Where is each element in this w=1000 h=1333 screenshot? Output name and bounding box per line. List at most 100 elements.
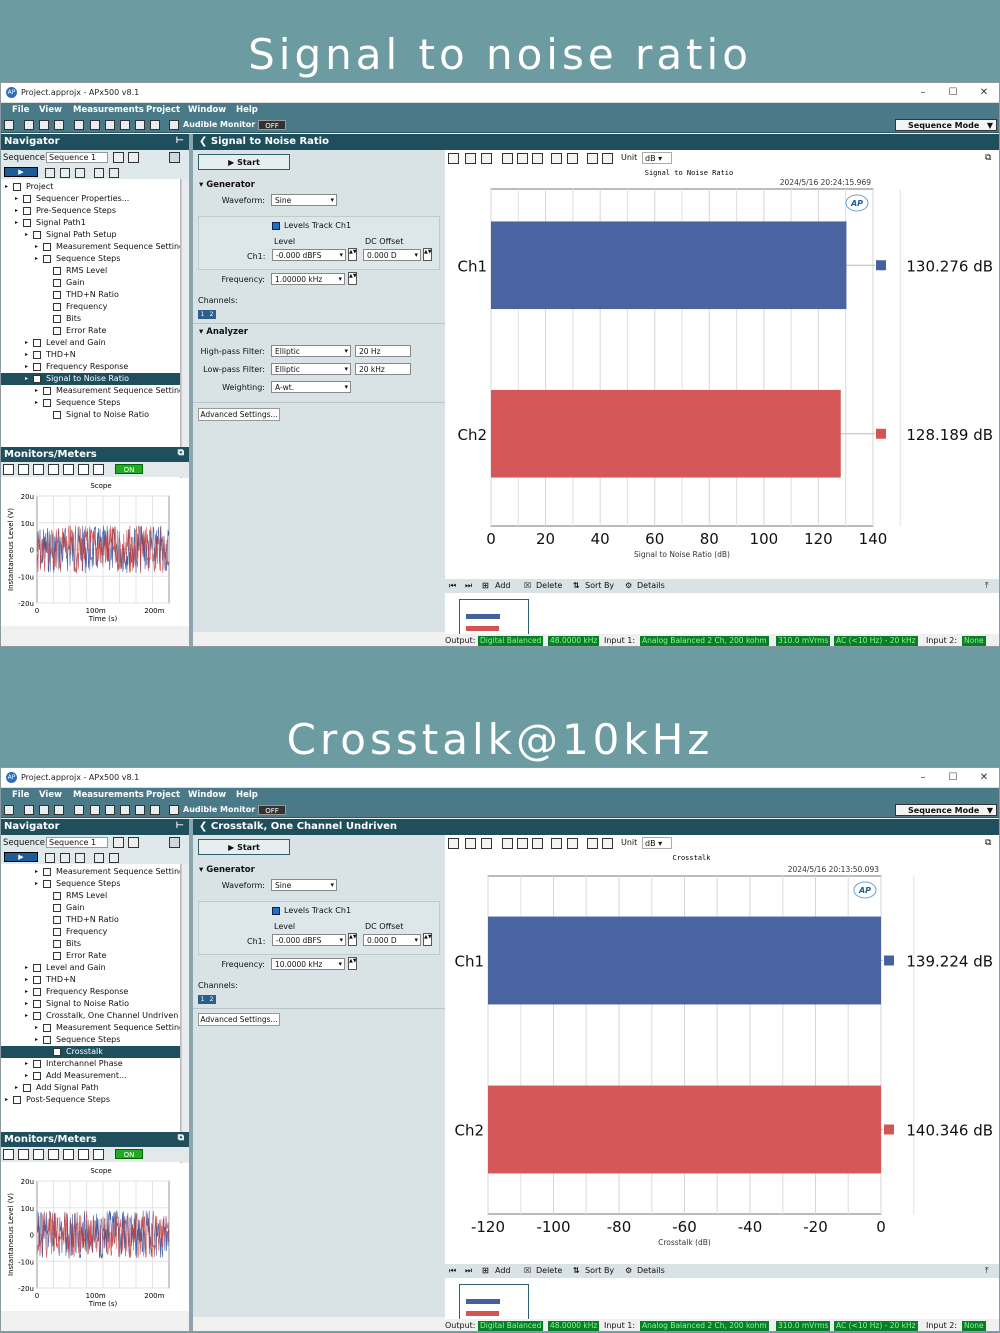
checkbox[interactable]: [43, 243, 51, 251]
delete-button[interactable]: Delete: [536, 1264, 562, 1278]
level-icon[interactable]: [48, 464, 59, 475]
checkbox[interactable]: [23, 219, 31, 227]
checkbox[interactable]: [43, 1024, 51, 1032]
menu-file[interactable]: File: [12, 105, 29, 115]
generator-section[interactable]: Generator: [193, 865, 445, 875]
expander-icon[interactable]: ▸: [15, 217, 18, 229]
copy-icon[interactable]: [109, 853, 119, 863]
expander-icon[interactable]: ▸: [15, 205, 18, 217]
checkbox[interactable]: [53, 291, 61, 299]
gear-icon[interactable]: [113, 152, 124, 163]
scope-icon[interactable]: [3, 1149, 14, 1160]
sine-icon[interactable]: [74, 805, 84, 815]
pin-icon[interactable]: ⊢: [176, 136, 184, 146]
input2-value[interactable]: None: [962, 1321, 986, 1331]
checkbox[interactable]: [23, 207, 31, 215]
low-pass-frequency-input[interactable]: 20 kHz: [355, 363, 411, 375]
checkbox[interactable]: [43, 399, 51, 407]
tree-item[interactable]: ▸ Sequencer Properties...: [1, 193, 180, 205]
checkbox[interactable]: [43, 255, 51, 263]
details-button[interactable]: Details: [637, 1264, 665, 1278]
analysis-icon[interactable]: [150, 805, 160, 815]
close-button[interactable]: ✕: [977, 86, 991, 100]
menu-view[interactable]: View: [39, 105, 62, 115]
tree-item[interactable]: ▸ Sequence Steps: [1, 878, 180, 890]
tree-item[interactable]: Signal to Noise Ratio: [1, 409, 180, 421]
levels-track-checkbox[interactable]: [272, 907, 280, 915]
checkbox[interactable]: [33, 339, 41, 347]
sequence-mode-dropdown[interactable]: Sequence Mode ▼: [895, 804, 997, 816]
high-pass-frequency-input[interactable]: 20 Hz: [355, 345, 411, 357]
expander-icon[interactable]: ▸: [5, 181, 8, 193]
checkbox[interactable]: [53, 303, 61, 311]
open-icon[interactable]: [24, 120, 34, 130]
formula-icon[interactable]: [587, 838, 598, 849]
frequency-input[interactable]: 10.0000 kHz ▾: [271, 958, 345, 970]
tree-item[interactable]: ▸ Frequency Response: [1, 361, 180, 373]
level-input[interactable]: -0.000 dBFS ▾: [272, 934, 346, 946]
menu-window[interactable]: Window: [188, 105, 226, 115]
sort-icon[interactable]: ⇅: [573, 579, 580, 593]
new-icon[interactable]: [4, 120, 14, 130]
fft-icon[interactable]: [18, 464, 29, 475]
pan-icon[interactable]: [517, 153, 528, 164]
checkbox[interactable]: [43, 880, 51, 888]
delete-icon[interactable]: ☒: [524, 1264, 531, 1278]
checkbox[interactable]: [53, 1048, 61, 1056]
tree-item[interactable]: Crosstalk: [1, 1046, 180, 1058]
level-input[interactable]: -0.000 dBFS ▾: [272, 249, 346, 261]
add-button[interactable]: Add: [495, 579, 511, 593]
graph-menu-icon[interactable]: [448, 838, 459, 849]
dc-offset-spinner[interactable]: ▲▼: [423, 933, 432, 946]
advanced-settings-button[interactable]: Advanced Settings...: [198, 1013, 280, 1026]
zoom-icon[interactable]: [502, 838, 513, 849]
fit-icon[interactable]: [532, 838, 543, 849]
output-type[interactable]: Digital Balanced: [478, 1321, 544, 1331]
menu-measurements[interactable]: Measurements: [73, 790, 144, 800]
tree-item[interactable]: ▸ THD+N: [1, 974, 180, 986]
audible-monitor-toggle[interactable]: OFF: [258, 120, 286, 130]
xy-icon[interactable]: [93, 464, 104, 475]
tree-item[interactable]: ▸ Measurement Sequence Settings...: [1, 866, 180, 878]
sort-button[interactable]: Sort By: [585, 1264, 614, 1278]
level-icon[interactable]: [48, 1149, 59, 1160]
monitors-toggle[interactable]: ON: [115, 1149, 143, 1159]
gear-icon[interactable]: [113, 837, 124, 848]
sort-button[interactable]: Sort By: [585, 579, 614, 593]
checkbox[interactable]: [43, 1036, 51, 1044]
checkbox[interactable]: [53, 904, 61, 912]
menu-file[interactable]: File: [12, 790, 29, 800]
sequence-select[interactable]: Sequence 1: [46, 152, 108, 163]
checkbox[interactable]: [43, 868, 51, 876]
speaker-icon[interactable]: [169, 805, 179, 815]
tree-item[interactable]: Bits: [1, 313, 180, 325]
graph-menu-icon[interactable]: [448, 153, 459, 164]
clock-icon[interactable]: [63, 1149, 74, 1160]
signal-icon[interactable]: [78, 1149, 89, 1160]
save-icon[interactable]: [39, 120, 49, 130]
help-icon[interactable]: [169, 152, 180, 163]
low-pass-filter-select[interactable]: Elliptic ▾: [271, 363, 351, 375]
signal-icon[interactable]: [78, 464, 89, 475]
meter-icon[interactable]: [33, 464, 44, 475]
checkbox[interactable]: [33, 363, 41, 371]
checkbox[interactable]: [33, 351, 41, 359]
copy-graph-icon[interactable]: [465, 153, 476, 164]
levels-track-checkbox[interactable]: [272, 222, 280, 230]
checkbox[interactable]: [53, 940, 61, 948]
advanced-settings-button[interactable]: Advanced Settings...: [198, 408, 280, 421]
tree-item[interactable]: ▸ Interchannel Phase: [1, 1058, 180, 1070]
menu-project[interactable]: Project: [146, 790, 180, 800]
expander-icon[interactable]: ▸: [35, 1034, 38, 1046]
tree-item[interactable]: ▸ Sequence Steps: [1, 253, 180, 265]
close-button[interactable]: ✕: [977, 771, 991, 785]
tree-item[interactable]: RMS Level: [1, 265, 180, 277]
channel-2-badge[interactable]: 2: [207, 995, 216, 1004]
output-rate[interactable]: 48.0000 kHz: [548, 636, 600, 646]
tree-item[interactable]: ▸ THD+N: [1, 349, 180, 361]
minimize-button[interactable]: –: [916, 86, 930, 100]
tree-item[interactable]: ▸ Level and Gain: [1, 337, 180, 349]
popout-icon[interactable]: ⧉: [178, 448, 184, 458]
level-spinner[interactable]: ▲▼: [348, 933, 357, 946]
expander-icon[interactable]: ▸: [35, 878, 38, 890]
